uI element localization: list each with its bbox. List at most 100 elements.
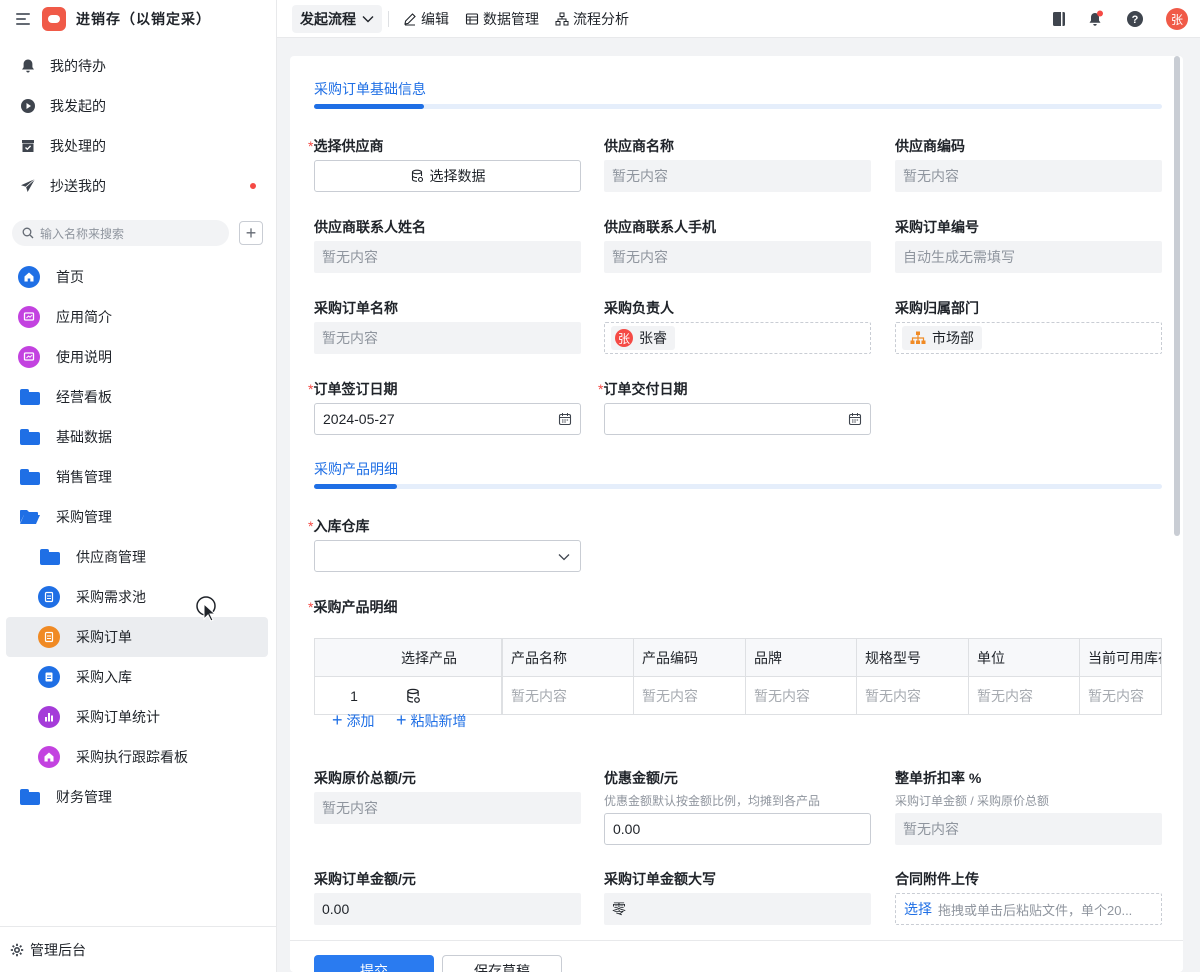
- sidebar-item-label: 经营看板: [56, 389, 112, 405]
- sidebar-item-sales[interactable]: 销售管理: [6, 458, 268, 496]
- warehouse-select[interactable]: [314, 540, 581, 572]
- field-label-amount-upper: 采购订单金额大写: [604, 871, 716, 887]
- sidebar-item-label: 首页: [56, 269, 84, 285]
- play-circle-icon: [6, 98, 50, 114]
- field-label-contact-phone: 供应商联系人手机: [604, 219, 716, 235]
- discount-rate-hint: 采购订单金额 / 采购原价总额: [895, 794, 1050, 808]
- start-flow-dropdown[interactable]: 发起流程: [292, 4, 382, 33]
- original-total-field: 暂无内容: [314, 792, 581, 824]
- sign-date-input[interactable]: 2024-05-27: [314, 403, 581, 435]
- mouse-cursor-icon: [196, 596, 217, 622]
- help-icon[interactable]: ?: [1126, 10, 1144, 28]
- field-label-owner: 采购负责人: [604, 300, 674, 316]
- sidebar-item-purchase-order[interactable]: 采购订单: [6, 617, 268, 657]
- search-icon: [22, 227, 34, 239]
- sidebar-item-dashboard[interactable]: 经营看板: [6, 378, 268, 416]
- sidebar-item-label: 采购订单: [76, 629, 132, 645]
- delivery-date-input[interactable]: [604, 403, 871, 435]
- sidebar-item-supplier-mgmt[interactable]: 供应商管理: [6, 538, 268, 576]
- sidebar-item-initiated[interactable]: 我发起的: [6, 87, 268, 125]
- attachment-upload-area[interactable]: 选择 拖拽或单击后粘贴文件，单个20...: [895, 893, 1162, 925]
- edit-button[interactable]: 编辑: [395, 5, 457, 33]
- dept-field[interactable]: 市场部: [895, 322, 1162, 354]
- sidebar-header: 进销存（以销定采）: [0, 0, 276, 38]
- add-button[interactable]: +: [239, 221, 263, 245]
- sidebar-item-label: 抄送我的: [50, 178, 106, 194]
- book-icon[interactable]: [1052, 11, 1066, 27]
- calendar-icon: [848, 413, 862, 426]
- top-bar: 发起流程 编辑 数据管理 流程分析 ? 张: [277, 0, 1200, 38]
- sidebar-item-home[interactable]: 首页: [6, 258, 268, 296]
- sidebar-item-handled[interactable]: 我处理的: [6, 127, 268, 165]
- save-draft-button[interactable]: 保存草稿: [442, 955, 562, 972]
- doc-icon: [38, 666, 60, 688]
- sidebar-item-demand-pool[interactable]: 采购需求池: [6, 578, 268, 616]
- select-data-button[interactable]: 选择数据: [314, 160, 581, 192]
- admin-backend-link[interactable]: 管理后台: [0, 926, 276, 972]
- form-card: 采购订单基础信息 *选择供应商 选择数据 供应商名称 暂无内容 供应商编码 暂无…: [290, 56, 1183, 972]
- sidebar-search-input[interactable]: 输入名称来搜索: [12, 220, 229, 246]
- sidebar-item-cc[interactable]: 抄送我的: [6, 167, 268, 205]
- folder-icon: [20, 469, 40, 485]
- sidebar-item-label: 财务管理: [56, 789, 112, 805]
- flow-analysis-button[interactable]: 流程分析: [547, 5, 637, 33]
- presentation-icon: [18, 346, 40, 368]
- owner-avatar: 张: [615, 329, 633, 347]
- field-label-dept: 采购归属部门: [895, 300, 979, 316]
- sidebar-item-label: 基础数据: [56, 429, 112, 445]
- discount-rate-field: 暂无内容: [895, 813, 1162, 845]
- notification-bell-icon[interactable]: [1088, 10, 1104, 28]
- data-management-button[interactable]: 数据管理: [457, 5, 547, 33]
- menu-toggle-icon[interactable]: [16, 13, 30, 25]
- sidebar-item-purchase[interactable]: 采购管理: [6, 498, 268, 536]
- paste-add-label: 粘贴新增: [410, 712, 467, 729]
- contact-phone-field: 暂无内容: [604, 241, 871, 273]
- sidebar-item-order-stats[interactable]: 采购订单统计: [6, 698, 268, 736]
- field-label-delivery-date: *订单交付日期: [598, 381, 688, 397]
- sidebar-item-basic-data[interactable]: 基础数据: [6, 418, 268, 456]
- product-table: 选择产品 产品名称 产品编码 品牌 规格型号 单位 当前可用库存 1 暂无内容 …: [314, 638, 1162, 715]
- sidebar-item-label: 我发起的: [50, 98, 106, 114]
- discount-amount-input[interactable]: 0.00: [604, 813, 871, 845]
- database-icon[interactable]: [405, 688, 421, 704]
- field-label-warehouse: *入库仓库: [308, 518, 370, 534]
- sidebar-item-finance[interactable]: 财务管理: [6, 778, 268, 816]
- table-cell: 暂无内容: [857, 677, 969, 714]
- dept-chip: 市场部: [902, 326, 982, 350]
- calendar-icon: [558, 413, 572, 426]
- user-avatar[interactable]: 张: [1166, 8, 1188, 30]
- add-row-label: 添加: [346, 712, 375, 729]
- table-cell: 暂无内容: [503, 677, 634, 714]
- owner-field[interactable]: 张 张睿: [604, 322, 871, 354]
- section-underline: [314, 484, 1162, 489]
- add-row-button[interactable]: + 添加: [332, 710, 375, 731]
- flow-analysis-label: 流程分析: [573, 10, 629, 27]
- section-title-basic: 采购订单基础信息: [314, 81, 426, 97]
- sidebar-item-purchase-inbound[interactable]: 采购入库: [6, 658, 268, 696]
- table-header-cell: 规格型号: [857, 639, 969, 677]
- plus-icon: +: [245, 222, 257, 243]
- sidebar-item-todo[interactable]: 我的待办: [6, 47, 268, 85]
- send-icon: [6, 178, 50, 194]
- gear-icon: [10, 943, 24, 956]
- discount-amount-hint: 优惠金额默认按金额比例，均摊到各产品: [604, 794, 821, 808]
- scrollbar-thumb[interactable]: [1174, 56, 1180, 536]
- edit-label: 编辑: [421, 10, 449, 27]
- contact-name-field: 暂无内容: [314, 241, 581, 273]
- sidebar-item-guide[interactable]: 使用说明: [6, 338, 268, 376]
- paste-add-button[interactable]: + 粘贴新增: [396, 710, 467, 731]
- folder-icon: [20, 429, 40, 445]
- attachment-select-link[interactable]: 选择: [904, 899, 932, 919]
- app-logo-icon: [42, 7, 66, 31]
- field-label-discount-amount: 优惠金额/元: [604, 770, 678, 786]
- field-label-supplier-name: 供应商名称: [604, 138, 674, 154]
- sidebar-item-label: 应用简介: [56, 309, 112, 325]
- chevron-down-icon: [362, 15, 374, 22]
- app-title: 进销存（以销定采）: [76, 11, 211, 27]
- sidebar-item-app-intro[interactable]: 应用简介: [6, 298, 268, 336]
- bell-icon: [6, 58, 50, 74]
- submit-button[interactable]: 提交: [314, 955, 434, 972]
- sidebar-item-label: 供应商管理: [76, 549, 146, 565]
- topbar-actions: ? 张: [1052, 8, 1188, 30]
- sidebar-item-tracking-board[interactable]: 采购执行跟踪看板: [6, 738, 268, 776]
